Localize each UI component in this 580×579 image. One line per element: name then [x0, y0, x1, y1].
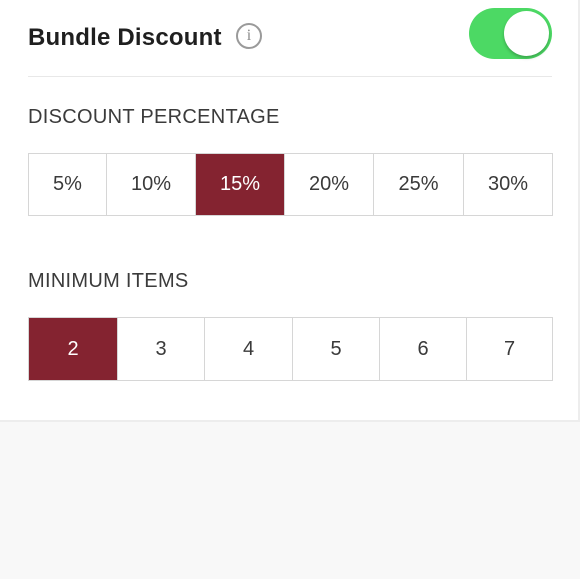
minimum-items-selector: 2 3 4 5 6 7: [28, 317, 553, 381]
discount-option-20[interactable]: 20%: [284, 154, 373, 215]
toggle-knob: [504, 11, 549, 56]
panel-header: Bundle Discount i: [28, 0, 552, 77]
minimum-option-3[interactable]: 3: [117, 318, 204, 380]
minimum-option-5[interactable]: 5: [292, 318, 379, 380]
discount-option-15[interactable]: 15%: [195, 154, 284, 215]
minimum-option-2[interactable]: 2: [29, 318, 117, 380]
minimum-option-4[interactable]: 4: [204, 318, 292, 380]
discount-option-30[interactable]: 30%: [463, 154, 552, 215]
minimum-option-6[interactable]: 6: [379, 318, 466, 380]
info-icon[interactable]: i: [236, 23, 262, 49]
discount-option-10[interactable]: 10%: [106, 154, 195, 215]
bundle-discount-toggle[interactable]: [469, 8, 552, 59]
panel-title: Bundle Discount: [28, 24, 222, 51]
discount-percentage-selector: 5% 10% 15% 20% 25% 30%: [28, 153, 553, 216]
minimum-items-label: MINIMUM ITEMS: [28, 270, 189, 292]
minimum-option-7[interactable]: 7: [466, 318, 552, 380]
discount-option-25[interactable]: 25%: [373, 154, 463, 215]
discount-percentage-label: DISCOUNT PERCENTAGE: [28, 106, 280, 128]
bundle-discount-panel: Bundle Discount i DISCOUNT PERCENTAGE 5%…: [0, 0, 580, 422]
discount-option-5[interactable]: 5%: [29, 154, 106, 215]
